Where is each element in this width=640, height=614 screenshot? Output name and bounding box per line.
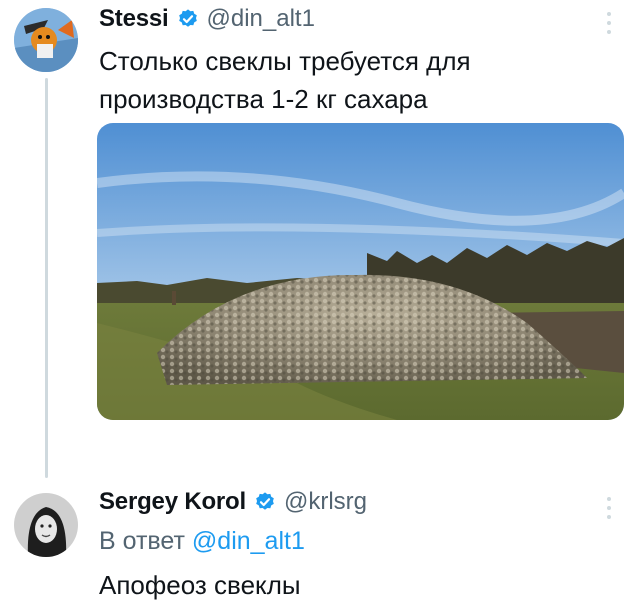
tweet-header: Stessi @din_alt1 bbox=[99, 5, 315, 33]
tweet-text: Столько свеклы требуется для производств… bbox=[99, 46, 471, 114]
more-options-icon[interactable] bbox=[605, 497, 613, 519]
more-options-icon[interactable] bbox=[605, 12, 613, 34]
thread-connector-line bbox=[45, 78, 48, 478]
avatar[interactable] bbox=[14, 8, 78, 72]
tweet-photo[interactable] bbox=[97, 123, 624, 420]
verified-badge-icon bbox=[178, 9, 197, 27]
author-name[interactable]: Sergey Korol bbox=[99, 488, 246, 516]
avatar[interactable] bbox=[14, 493, 78, 557]
tweet-header: Sergey Korol @krlsrg bbox=[99, 488, 367, 516]
reply-mention-link[interactable]: @din_alt1 bbox=[192, 527, 305, 555]
verified-badge-icon bbox=[256, 492, 274, 510]
reply-prefix: В ответ bbox=[99, 527, 185, 555]
author-handle[interactable]: @krlsrg bbox=[284, 488, 367, 516]
author-handle[interactable]: @din_alt1 bbox=[207, 5, 315, 33]
reply-context: В ответ @din_alt1 bbox=[99, 527, 305, 556]
author-name[interactable]: Stessi bbox=[99, 5, 169, 33]
tweet-text: Апофеоз свеклы bbox=[99, 570, 301, 600]
